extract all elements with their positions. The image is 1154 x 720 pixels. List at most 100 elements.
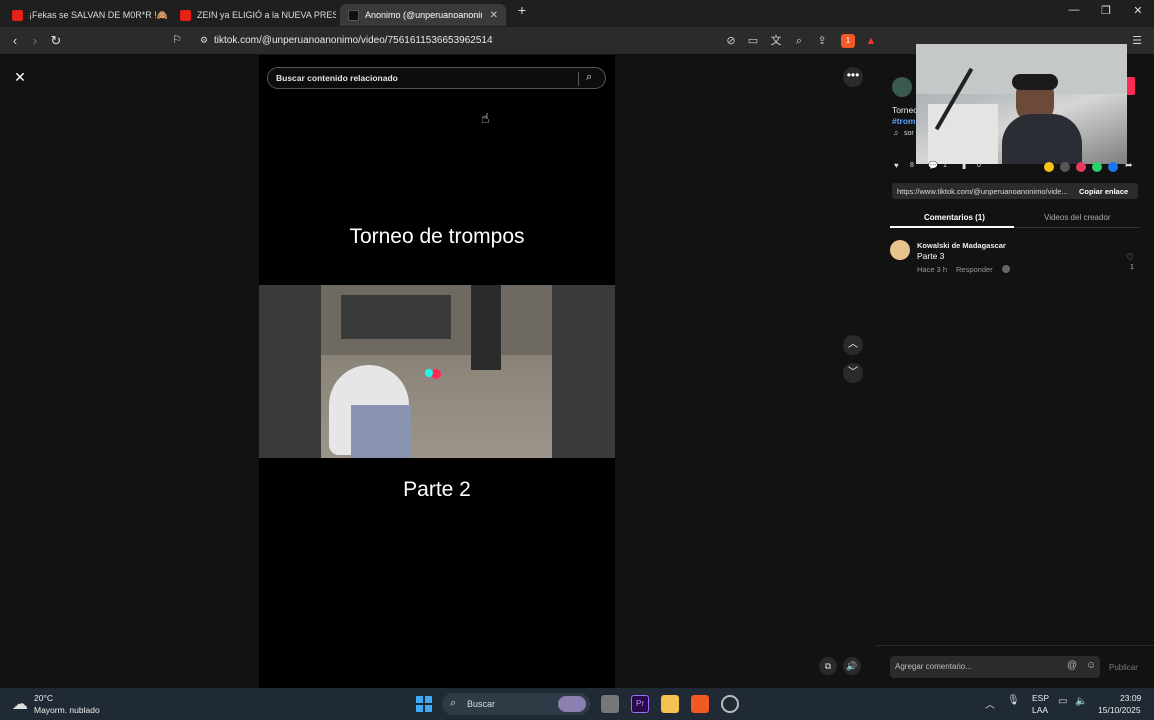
save-icon[interactable]: ▮ (962, 161, 966, 170)
video-caption-top: Torneo de trompos (349, 225, 525, 248)
tray-chevron-icon[interactable]: ︿ (985, 696, 995, 711)
site-settings-icon[interactable]: ⚙ (195, 35, 213, 46)
send-icon[interactable] (1076, 162, 1086, 172)
weather-temp[interactable]: 20°C (34, 693, 53, 703)
commenter-avatar[interactable] (890, 240, 910, 260)
tab-youtube-2[interactable]: ZEIN ya ELIGIÓ a la NUEVA PRESIDEN (172, 4, 336, 26)
browser-tab-bar: ¡Fekas se SALVAN DE M0R*R !🙈 ZEIN ya ELI… (0, 0, 1154, 27)
youtube-icon (12, 9, 23, 21)
close-window-button[interactable]: ✕ (1126, 4, 1150, 17)
comment-like-count: 1 (1130, 264, 1134, 271)
brave-browser-icon[interactable] (691, 695, 709, 713)
keyboard-layout[interactable]: LAA (1032, 705, 1048, 715)
taskbar-search-label: Buscar (467, 699, 496, 709)
search-input[interactable]: Buscar contenido relacionado ⌕ (267, 67, 606, 89)
comment-placeholder: Agregar comentario... (895, 662, 972, 671)
loading-indicator (425, 369, 433, 377)
url-text[interactable]: tiktok.com/@unperuanoanonimo/video/75616… (214, 35, 493, 46)
tab-tiktok-active[interactable]: Anonimo (@unperuanoanonimo ✕ (340, 4, 506, 26)
app-icon[interactable] (721, 695, 739, 713)
whatsapp-icon[interactable] (1092, 162, 1102, 172)
next-video-button[interactable]: ﹀ (843, 363, 863, 383)
no-track-icon[interactable]: ⊘ (724, 34, 738, 48)
file-explorer-icon[interactable] (661, 695, 679, 713)
comment-tabs: Comentarios (1) Videos del creador (890, 208, 1140, 228)
creator-liked-avatar (1002, 265, 1010, 273)
menu-icon[interactable]: ☰ (1130, 34, 1144, 48)
task-view-icon[interactable] (601, 695, 619, 713)
weather-icon[interactable]: ☁ (12, 694, 28, 714)
share-coin-icon[interactable] (1044, 162, 1054, 172)
more-options-button[interactable]: ••• (843, 67, 863, 87)
close-video-button[interactable]: ✕ (10, 67, 30, 87)
emoji-icon[interactable]: ☺ (1086, 660, 1096, 671)
tiktok-icon (348, 9, 359, 21)
video-link-text[interactable]: https://www.tiktok.com/@unperuanoanonimo… (897, 187, 1073, 196)
publish-button[interactable]: Publicar (1109, 663, 1138, 672)
tab-label: ZEIN ya ELIGIÓ a la NUEVA PRESIDEN (197, 10, 336, 20)
creator-avatar[interactable] (892, 77, 912, 97)
share-arrow-icon[interactable]: ➦ (1125, 160, 1133, 171)
tab-creator-videos[interactable]: Videos del creador (1044, 213, 1111, 222)
description-line: Tornec (892, 105, 918, 115)
clock-date[interactable]: 15/10/2025 (1098, 705, 1141, 715)
reload-button[interactable]: ↻ (47, 33, 65, 49)
comment-input[interactable]: Agregar comentario... @ ☺ (890, 656, 1100, 678)
facebook-icon[interactable] (1108, 162, 1118, 172)
brave-rewards-icon[interactable]: ▲ (864, 34, 878, 48)
minimize-button[interactable]: — (1062, 4, 1086, 16)
tab-youtube-1[interactable]: ¡Fekas se SALVAN DE M0R*R !🙈 (4, 4, 168, 26)
link-box: https://www.tiktok.com/@unperuanoanonimo… (892, 183, 1138, 199)
bookmark-icon[interactable]: ⚐ (168, 33, 186, 46)
mention-icon[interactable]: @ (1067, 660, 1077, 671)
tab-label: Anonimo (@unperuanoanonimo (365, 10, 482, 20)
share-icon[interactable]: ⇪ (815, 34, 829, 48)
new-tab-button[interactable]: + (510, 2, 534, 18)
embed-icon[interactable] (1060, 162, 1070, 172)
copy-link-button[interactable]: Copiar enlace (1079, 187, 1128, 196)
windows-start-icon[interactable] (416, 696, 432, 712)
clock-time[interactable]: 23:09 (1120, 693, 1141, 703)
follow-button[interactable] (1126, 77, 1135, 95)
comment-text: Parte 3 (917, 251, 945, 261)
like-icon[interactable]: ♥ (894, 161, 899, 170)
search-icon[interactable]: ⌕ (586, 71, 592, 84)
sound-name[interactable]: sor (904, 130, 914, 137)
like-count: 8 (910, 162, 914, 169)
reply-button[interactable]: Responder (956, 265, 993, 274)
cast-icon[interactable]: ▭ (746, 34, 760, 48)
translate-icon[interactable]: 文 (769, 34, 783, 48)
volume-icon[interactable]: 🔊 (843, 657, 861, 675)
youtube-icon (180, 9, 191, 21)
windows-taskbar: ☁ 20°C Mayorm. nublado ⌕ Buscar Pr ︿ 🎙 E… (0, 688, 1154, 720)
active-tab-indicator (890, 226, 1014, 228)
brave-shield-icon[interactable]: 1 (841, 34, 855, 48)
previous-video-button[interactable]: ︿ (843, 335, 863, 355)
music-icon: ♫ (893, 130, 899, 137)
comment-like-icon[interactable]: ♡ (1126, 252, 1134, 263)
speaker-icon[interactable]: 🔈 (1075, 696, 1087, 707)
network-icon[interactable]: ▭ (1058, 696, 1067, 707)
language-code[interactable]: ESP (1032, 693, 1049, 703)
back-button[interactable]: ‹ (6, 33, 24, 48)
comment-icon[interactable]: 💬 (928, 161, 938, 170)
weather-desc[interactable]: Mayorm. nublado (34, 705, 100, 715)
search-icon: ⌕ (450, 697, 457, 709)
save-count: 0 (977, 162, 981, 169)
comment-count: 1 (943, 162, 947, 169)
comment-item: Kowalski de Madagascar Parte 3 Hace 3 h … (890, 240, 1140, 280)
forward-button[interactable]: › (26, 33, 44, 48)
premiere-pro-icon[interactable]: Pr (631, 695, 649, 713)
commenter-name[interactable]: Kowalski de Madagascar (917, 241, 1006, 250)
close-tab-icon[interactable]: ✕ (490, 10, 498, 21)
search-highlight-icon (558, 696, 586, 712)
pip-icon[interactable]: ⧉ (819, 657, 837, 675)
zoom-icon[interactable]: ⌕ (792, 34, 806, 48)
search-divider (578, 72, 579, 86)
video-thumbnail (321, 285, 552, 458)
taskbar-search[interactable]: ⌕ Buscar (442, 693, 590, 715)
maximize-button[interactable]: ❐ (1094, 4, 1118, 17)
microphone-icon[interactable]: 🎙 (1007, 695, 1020, 706)
hashtag-link[interactable]: #trom (892, 116, 916, 126)
tab-comments[interactable]: Comentarios (1) (924, 213, 985, 222)
